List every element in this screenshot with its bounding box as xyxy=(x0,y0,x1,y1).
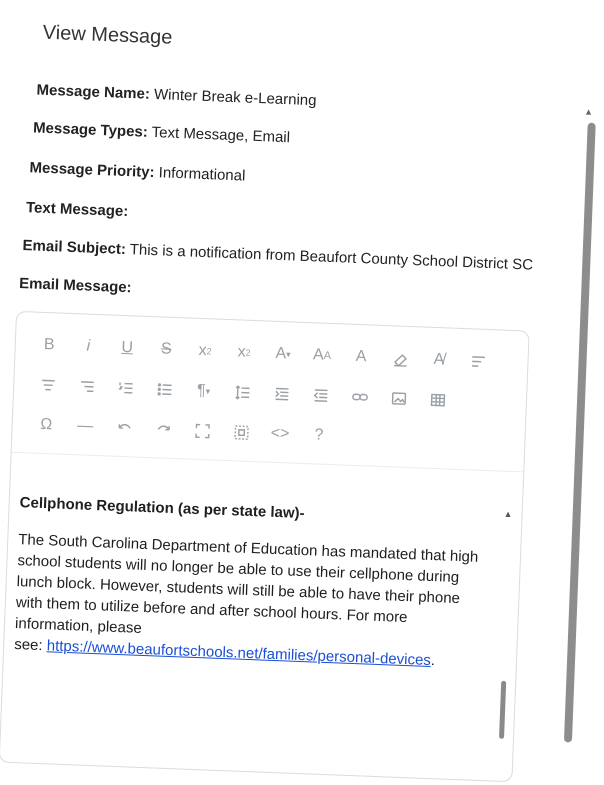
unordered-list-icon[interactable] xyxy=(145,374,185,405)
message-name-row: Message Name: Winter Break e-Learning xyxy=(36,81,317,109)
select-all-icon[interactable] xyxy=(221,417,261,448)
link-suffix: . xyxy=(430,652,436,670)
undo-icon[interactable] xyxy=(104,412,144,443)
redo-icon[interactable] xyxy=(143,414,183,445)
rich-text-editor: B i U S x2 x2 A ▾ AA A A̸ ¶ ▾ Ω — <> ? ▲… xyxy=(0,310,530,783)
special-char-icon[interactable]: Ω xyxy=(26,409,66,440)
message-types-row: Message Types: Text Message, Email xyxy=(33,119,291,146)
message-priority-value: Informational xyxy=(158,164,246,185)
indent-icon[interactable] xyxy=(262,378,302,409)
view-message-dialog: View Message Message Name: Winter Break … xyxy=(0,0,604,783)
message-types-value: Text Message, Email xyxy=(151,123,291,147)
paragraph-icon[interactable]: ¶ ▾ xyxy=(184,375,224,406)
subscript-icon[interactable]: x2 xyxy=(185,335,225,366)
dialog-title: View Message xyxy=(42,21,173,49)
fullscreen-icon[interactable] xyxy=(182,415,222,446)
superscript-icon[interactable]: x2 xyxy=(224,337,264,368)
text-message-row: Text Message: xyxy=(26,199,129,220)
align-left-icon[interactable] xyxy=(458,346,498,377)
email-subject-row: Email Subject: This is a notification fr… xyxy=(22,237,533,274)
message-priority-label: Message Priority: xyxy=(29,159,155,182)
editor-toolbar: B i U S x2 x2 A ▾ AA A A̸ ¶ ▾ Ω — <> ? xyxy=(26,324,520,463)
body-paragraph: The South Carolina Department of Educati… xyxy=(14,531,479,637)
message-priority-row: Message Priority: Informational xyxy=(29,159,245,184)
horizontal-rule-icon[interactable]: — xyxy=(65,411,105,442)
italic-icon[interactable]: i xyxy=(68,331,108,362)
strikethrough-icon[interactable]: S xyxy=(146,334,186,365)
line-height-icon[interactable] xyxy=(223,377,263,408)
page-scroll-up-arrow-icon[interactable]: ▲ xyxy=(584,107,593,117)
email-body[interactable]: Cellphone Regulation (as per state law)-… xyxy=(14,492,490,673)
email-subject-label: Email Subject: xyxy=(22,237,127,259)
bold-icon[interactable]: B xyxy=(29,329,69,360)
message-name-label: Message Name: xyxy=(36,81,151,103)
eraser-icon[interactable] xyxy=(380,343,420,374)
scroll-up-arrow-icon[interactable]: ▲ xyxy=(503,509,512,519)
clear-format-icon[interactable]: A̸ xyxy=(419,344,459,375)
outdent-icon[interactable] xyxy=(300,380,340,411)
font-size-icon[interactable]: AA xyxy=(302,340,342,371)
body-heading: Cellphone Regulation (as per state law)- xyxy=(19,494,305,523)
help-icon[interactable]: ? xyxy=(299,420,339,451)
email-message-row: Email Message: xyxy=(19,275,132,296)
table-icon[interactable] xyxy=(417,384,457,415)
email-subject-value: This is a notification from Beaufort Cou… xyxy=(129,241,534,274)
code-view-icon[interactable]: <> xyxy=(260,418,300,449)
editor-scrollbar[interactable] xyxy=(499,680,507,739)
link-icon[interactable] xyxy=(339,381,379,412)
page-scrollbar[interactable] xyxy=(563,122,596,743)
align-right-icon[interactable] xyxy=(67,371,107,402)
align-center-icon[interactable] xyxy=(28,369,68,400)
email-message-label: Email Message: xyxy=(18,274,132,297)
highlight-icon[interactable]: A xyxy=(341,341,381,372)
image-icon[interactable] xyxy=(378,383,418,414)
underline-icon[interactable]: U xyxy=(107,332,147,363)
message-types-label: Message Types: xyxy=(32,119,149,141)
font-color-icon[interactable]: A ▾ xyxy=(263,338,303,369)
text-message-label: Text Message: xyxy=(25,199,129,221)
see-prefix: see: xyxy=(13,636,48,655)
ordered-list-icon[interactable] xyxy=(106,372,146,403)
message-name-value: Winter Break e-Learning xyxy=(153,85,317,110)
